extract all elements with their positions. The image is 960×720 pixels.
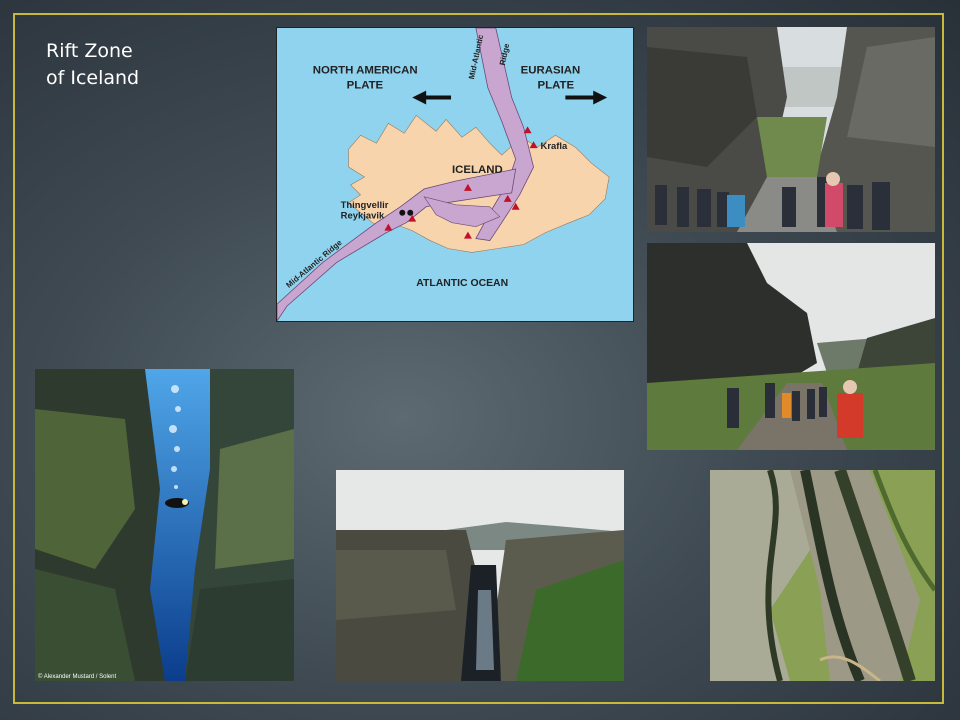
diver-figure xyxy=(165,498,189,508)
eurasian-plate-label: EURASIAN xyxy=(521,65,581,77)
north-american-plate-label-2: PLATE xyxy=(347,80,384,92)
thingvellir-label: Thingvellir xyxy=(341,200,389,211)
rift-gorge-crowd-photo xyxy=(647,27,935,232)
krafla-label: Krafla xyxy=(541,141,569,152)
reykjavik-label: Reykjavik xyxy=(341,211,385,222)
iceland-rift-map: NORTH AMERICAN PLATE EURASIAN PLATE Mid-… xyxy=(276,27,634,322)
rift-path-walkers-photo xyxy=(647,243,935,450)
thingvellir-dot xyxy=(399,209,406,216)
photo-credit-text: © Alexander Mustard / Solent xyxy=(38,673,116,680)
atlantic-ocean-label: ATLANTIC OCEAN xyxy=(416,278,508,289)
north-american-plate-label: NORTH AMERICAN xyxy=(313,65,418,77)
reykjavik-dot xyxy=(407,209,414,216)
gorge-river-photo xyxy=(336,470,624,681)
slide-title: Rift Zone of Iceland xyxy=(46,40,140,89)
iceland-label: ICELAND xyxy=(452,164,503,176)
aerial-fissure-photo xyxy=(710,470,935,681)
eurasian-plate-label-2: PLATE xyxy=(538,80,575,92)
underwater-fissure-diver-photo: © Alexander Mustard / Solent xyxy=(35,369,294,681)
